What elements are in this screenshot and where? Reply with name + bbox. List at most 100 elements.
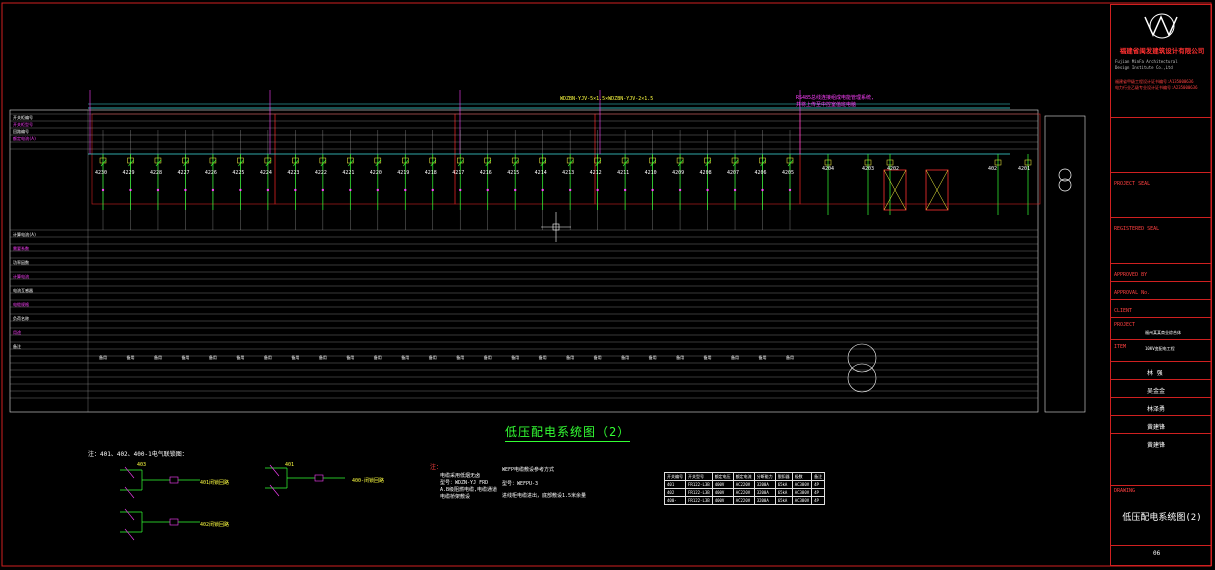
note-line-4: 电缆桥架敷设 xyxy=(440,494,471,500)
table-header-cell: 开关编号 xyxy=(664,472,686,481)
cabinet-zone xyxy=(91,113,276,205)
circuit-use-label: 备用 xyxy=(263,355,272,360)
transformer-panel xyxy=(1044,115,1086,413)
table-cell: AC220V xyxy=(732,480,755,489)
comm-note-1: RS485总线连接组成电能管理系统, xyxy=(796,95,875,101)
terminal-dot xyxy=(239,188,242,192)
table-header-cell: 分断能力 xyxy=(753,472,776,481)
table-cell: AC380V xyxy=(791,480,813,489)
circuit-use-label: 备用 xyxy=(153,355,162,360)
circuit-use-label: 备用 xyxy=(373,355,382,360)
note-line-3: A.B级阻燃电缆,电缆通道 xyxy=(440,487,498,493)
schematic-frame xyxy=(9,109,1039,413)
row-header: 回路编号 xyxy=(13,129,29,134)
comm-note-2: 并将上传至中控室值班电脑 xyxy=(796,102,857,108)
circuit-number: 4229 xyxy=(122,170,135,176)
row-header: 用途 xyxy=(13,330,21,335)
circuit-number: 4224 xyxy=(259,170,272,176)
annotation-circle xyxy=(847,363,877,393)
note-line-2: 型号：WDZN-YJ FRD xyxy=(440,480,489,486)
interlock-contact xyxy=(124,466,135,479)
table-header-cell: 备注 xyxy=(811,472,826,481)
table-cell: 400- xyxy=(664,496,686,505)
cert-2: 电力行业乙级专业设计证书编号:A235000636 xyxy=(1115,85,1198,90)
table-header-cell: 开关型号 xyxy=(685,472,713,481)
table-cell: 401 xyxy=(664,480,686,489)
row-header: 额定电流(A) xyxy=(13,136,37,141)
circuit-number: 4218 xyxy=(424,170,437,176)
circuit-number: 4202 xyxy=(887,166,900,172)
terminal-dot xyxy=(596,188,599,192)
table-cell: 4P xyxy=(811,488,826,497)
table-cell: 65kA xyxy=(774,488,793,497)
interlock-coil xyxy=(169,476,179,484)
table-cell: AC380V xyxy=(791,496,813,505)
table-cell: 4P xyxy=(811,496,826,505)
circuit-number: 4217 xyxy=(452,170,465,176)
drawing-title: 低压配电系统图(2) xyxy=(1122,513,1202,523)
circuit-number: 4226 xyxy=(204,170,217,176)
terminal-dot xyxy=(514,188,517,192)
circuit-number: 4205 xyxy=(782,170,795,176)
table-cell: 402 xyxy=(664,488,686,497)
diagram-title: 低压配电系统图（2） xyxy=(505,423,631,442)
terminal-dot xyxy=(431,188,434,192)
table-cell: 65kA xyxy=(774,496,793,505)
interlock-402-label: 402闭锁回路 xyxy=(200,522,230,528)
terminal-dot xyxy=(184,188,187,192)
row-header: 功率因数 xyxy=(13,260,29,265)
item-value: 10KV变配电工程 xyxy=(1145,346,1175,351)
table-header-cell: 极数 xyxy=(791,472,813,481)
row-header: 备注 xyxy=(13,344,21,349)
project-seal-label: PROJECT SEAL xyxy=(1114,181,1151,187)
circuit-use-label: 备用 xyxy=(456,355,465,360)
approval-label: APPROVAL No. xyxy=(1114,290,1151,296)
project-value: 福州某某商业综合体 xyxy=(1145,330,1181,335)
draw-name: 黄建锋 xyxy=(1147,424,1166,431)
circuit-use-label: 备用 xyxy=(648,355,657,360)
circuit-use-label: 备用 xyxy=(428,355,437,360)
circuit-use-label: 备用 xyxy=(621,355,630,360)
row-header: 负荷名称 xyxy=(13,316,29,321)
circuit-number: 4216 xyxy=(479,170,492,176)
firm-name-en-1: Fujian MinFa Architectural xyxy=(1115,59,1178,64)
circuit-number: 4210 xyxy=(644,170,657,176)
table-cell: 400V xyxy=(711,480,734,489)
circuit-use-label: 备用 xyxy=(676,355,685,360)
table-cell: 3200A xyxy=(753,488,776,497)
sign-row: 黄建锋 xyxy=(1111,433,1211,455)
table-cell: FR122-L3B xyxy=(685,488,713,497)
sign-row: 林 强 xyxy=(1111,361,1211,379)
terminal-dot xyxy=(541,188,544,192)
circuit-use-label: 备用 xyxy=(236,355,245,360)
circuit-number: 4203 xyxy=(862,166,875,172)
circuit-use-label: 备用 xyxy=(291,355,300,360)
circuit-number: 4208 xyxy=(699,170,712,176)
row-header: 计算电流(A) xyxy=(13,232,37,237)
client-label: CLIENT xyxy=(1114,308,1133,314)
bus-label: WDZBN-YJV-5×1.5×WDZBN-YJV-2×1.5 xyxy=(560,96,654,102)
table-cell: 400V xyxy=(711,496,734,505)
table-row: 401 FR122-L3B 400V AC220V 3200A 65kA AC3… xyxy=(664,480,826,489)
firm-logo-icon xyxy=(1144,13,1178,39)
terminal-dot xyxy=(349,188,352,192)
table-cell: 3200A xyxy=(753,496,776,505)
project-seal-cell: PROJECT SEAL xyxy=(1111,172,1211,217)
row-header: 开关柜编号 xyxy=(13,115,33,120)
interlock-coil xyxy=(314,474,324,482)
circuit-number: 4206 xyxy=(754,170,767,176)
circuit-use-label: 备用 xyxy=(538,355,547,360)
approved-label: APPROVED BY xyxy=(1114,272,1148,278)
terminal-dot xyxy=(651,188,654,192)
circuit-use-label: 备用 xyxy=(181,355,190,360)
interlock-contact xyxy=(269,464,280,477)
circuit-use-label: 备用 xyxy=(593,355,602,360)
circuit-number: 4209 xyxy=(672,170,685,176)
circuit-use-label: 备用 xyxy=(401,355,410,360)
row-header: 需要系数 xyxy=(13,246,29,251)
terminal-dot xyxy=(788,188,792,192)
note2-line-3: 进线柜电缆进出，底部敷设1.5米余量 xyxy=(502,493,587,499)
note-line-1: 电缆采用低烟无卤 xyxy=(440,473,481,479)
circuit-number: 402 xyxy=(988,166,998,172)
circuit-use-label: 备用 xyxy=(758,355,767,360)
